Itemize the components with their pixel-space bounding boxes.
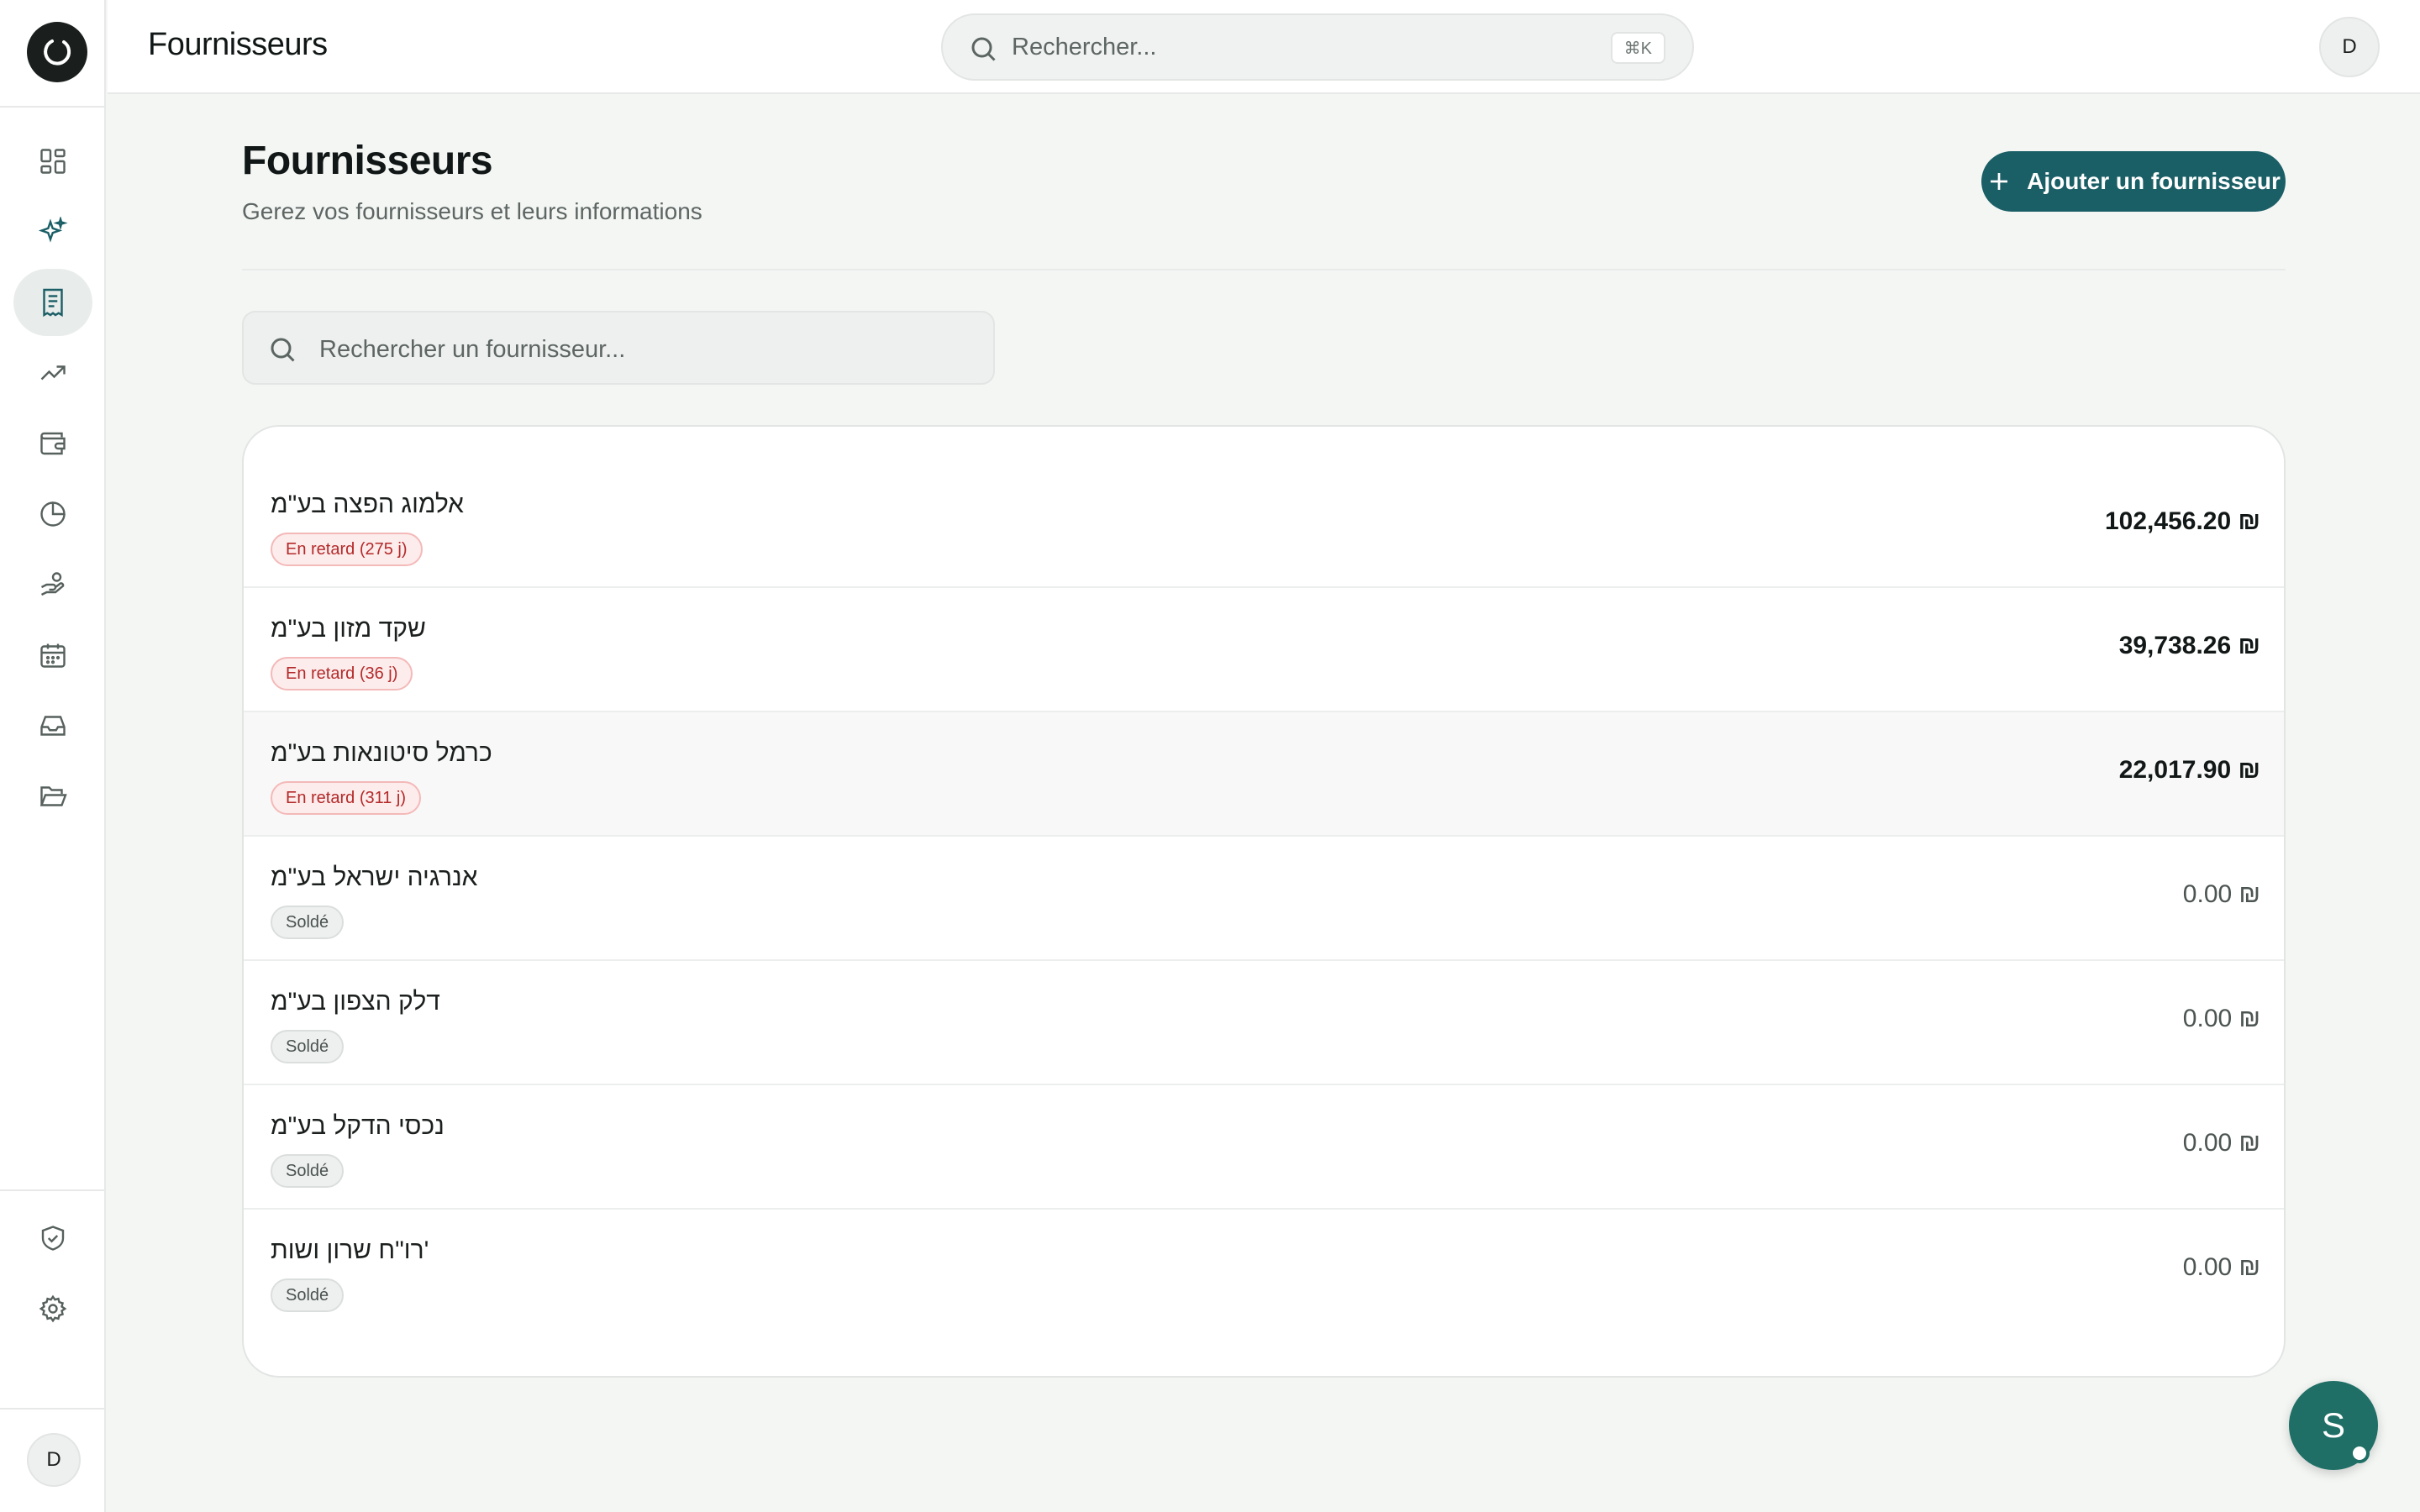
nav-inbox[interactable] xyxy=(13,692,92,759)
status-badge: En retard (36 j) xyxy=(271,657,413,690)
supplier-search-input[interactable]: Rechercher un fournisseur... xyxy=(242,311,995,385)
user-avatar[interactable]: D xyxy=(27,1433,81,1487)
supplier-amount: 0.00 ₪ xyxy=(2182,1129,2260,1157)
page-title: Fournisseurs xyxy=(242,139,493,183)
gear-icon xyxy=(39,1294,67,1323)
sidebar-divider xyxy=(0,1189,106,1191)
folder-open-icon xyxy=(39,786,67,806)
nav-wallet[interactable] xyxy=(13,410,92,477)
sidebar: D xyxy=(0,0,106,1512)
status-badge: En retard (275 j) xyxy=(271,533,423,566)
plus-icon xyxy=(1991,173,2008,190)
status-badge: Soldé xyxy=(271,1154,345,1188)
supplier-name: אלמוג הפצה בע"מ xyxy=(271,491,465,518)
supplier-name: אנרגיה ישראל בע"מ xyxy=(271,864,478,891)
app-logo[interactable] xyxy=(27,22,87,82)
nav-dashboard[interactable] xyxy=(13,128,92,195)
supplier-amount: 0.00 ₪ xyxy=(2182,1253,2260,1281)
nav-payments[interactable] xyxy=(13,551,92,618)
supplier-amount: 22,017.90 ₪ xyxy=(2118,756,2260,784)
supplier-name: דלק הצפון בע"מ xyxy=(271,988,440,1016)
supplier-row[interactable]: נכסי הדקל בע"מ Soldé 0.00 ₪ xyxy=(244,1085,2284,1210)
sparkles-icon xyxy=(38,217,68,243)
shield-check-icon xyxy=(41,1226,65,1251)
topbar: Fournisseurs Rechercher... ⌘K D xyxy=(108,0,2420,94)
search-placeholder: Rechercher... xyxy=(1012,34,1157,60)
nav-trends[interactable] xyxy=(13,339,92,407)
sidebar-divider xyxy=(0,106,106,108)
supplier-name: כרמל סיטונאות בע"מ xyxy=(271,739,492,767)
status-badge: Soldé xyxy=(271,906,345,939)
supplier-name: רו"ח שרון ושות' xyxy=(271,1236,429,1264)
supplier-row[interactable]: רו"ח שרון ושות' Soldé 0.00 ₪ xyxy=(244,1210,2284,1334)
inbox-icon xyxy=(40,716,66,736)
supplier-name: נכסי הדקל בע"מ xyxy=(271,1112,445,1140)
user-avatar[interactable]: D xyxy=(2319,17,2380,77)
global-search-input[interactable]: Rechercher... ⌘K xyxy=(941,13,1694,81)
nav-settings[interactable] xyxy=(13,1275,92,1342)
receipt-icon xyxy=(43,288,63,318)
supplier-row[interactable]: שקד מזון בע"מ En retard (36 j) 39,738.26… xyxy=(244,588,2284,712)
trending-up-icon xyxy=(40,365,66,381)
nav-security[interactable] xyxy=(13,1205,92,1272)
pie-chart-icon xyxy=(40,501,66,527)
search-icon xyxy=(971,37,996,61)
logo-ring-icon xyxy=(44,39,71,66)
supplier-search-placeholder: Rechercher un fournisseur... xyxy=(319,336,626,363)
nav-ai[interactable] xyxy=(13,198,92,265)
supplier-row[interactable]: דלק הצפון בע"מ Soldé 0.00 ₪ xyxy=(244,961,2284,1085)
supplier-row[interactable]: אלמוג הפצה בע"מ En retard (275 j) 102,45… xyxy=(244,464,2284,588)
nav-reports[interactable] xyxy=(13,480,92,548)
supplier-row[interactable]: כרמל סיטונאות בע"מ En retard (311 j) 22,… xyxy=(244,712,2284,837)
search-shortcut-badge: ⌘K xyxy=(1610,32,1665,64)
supplier-amount: 39,738.26 ₪ xyxy=(2118,632,2260,659)
topbar-title: Fournisseurs xyxy=(148,27,328,62)
supplier-amount: 0.00 ₪ xyxy=(2182,880,2260,908)
supplier-amount: 0.00 ₪ xyxy=(2182,1005,2260,1032)
supplier-amount: 102,456.20 ₪ xyxy=(2105,507,2260,535)
calendar-icon xyxy=(40,643,66,668)
status-badge: En retard (311 j) xyxy=(271,781,422,815)
wallet-icon xyxy=(40,432,66,455)
dashboard-grid-icon xyxy=(40,149,66,174)
nav-documents[interactable] xyxy=(13,763,92,830)
add-supplier-label: Ajouter un fournisseur xyxy=(2027,168,2281,194)
online-status-dot xyxy=(2349,1443,2370,1463)
supplier-row[interactable]: אנרגיה ישראל בע"מ Soldé 0.00 ₪ xyxy=(244,837,2284,961)
add-supplier-button[interactable]: Ajouter un fournisseur xyxy=(1981,151,2286,212)
nav-calendar[interactable] xyxy=(13,622,92,689)
status-badge: Soldé xyxy=(271,1030,345,1063)
page-subtitle: Gerez vos fournisseurs et leurs informat… xyxy=(242,198,702,224)
header-divider xyxy=(242,269,2286,270)
sidebar-divider xyxy=(0,1408,106,1410)
status-badge: Soldé xyxy=(271,1278,345,1312)
hand-coins-icon xyxy=(40,572,65,596)
supplier-name: שקד מזון בע"מ xyxy=(271,615,426,643)
search-icon xyxy=(271,338,295,362)
supplier-list: אלמוג הפצה בע"מ En retard (275 j) 102,45… xyxy=(242,425,2286,1378)
nav-suppliers[interactable] xyxy=(13,269,92,336)
